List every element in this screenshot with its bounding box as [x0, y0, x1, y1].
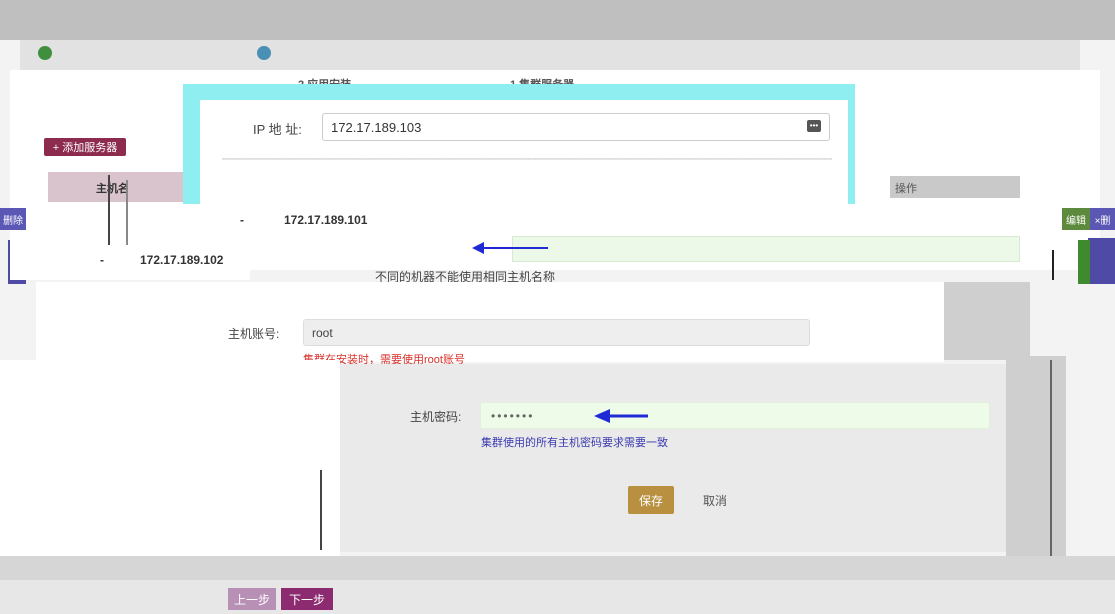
- ip-label: IP 地 址:: [253, 122, 302, 137]
- add-server-button[interactable]: + 添加服务器: [44, 138, 126, 156]
- divider: [222, 158, 832, 160]
- next-step-button[interactable]: 下一步: [281, 588, 333, 610]
- divider: [108, 175, 110, 245]
- row-action-block: [1078, 240, 1090, 284]
- row-dash: -: [240, 213, 244, 227]
- dialog-edge: [944, 282, 1030, 360]
- background-area: [0, 360, 340, 556]
- delete-button[interactable]: 删除: [0, 208, 26, 230]
- account-value: root: [312, 325, 333, 340]
- ip-value: 172.17.189.103: [331, 119, 422, 135]
- row-ip: 172.17.189.101: [284, 213, 368, 227]
- row-dash: -: [100, 253, 104, 267]
- divider: [320, 470, 322, 550]
- keyboard-icon[interactable]: •••: [807, 120, 821, 132]
- column-ops-header: 操作: [895, 183, 917, 195]
- app-page: 2.应用安装 1.集群服务器 + 添加服务器 主机名 操作 - 172.17.1…: [0, 0, 1115, 614]
- background-area: [1006, 356, 1066, 556]
- arrow-icon: [472, 242, 548, 254]
- account-label: 主机账号:: [228, 327, 280, 341]
- account-input[interactable]: root: [303, 319, 810, 346]
- top-bar: [0, 0, 1115, 40]
- arrow-icon: [594, 409, 648, 423]
- column-host-header: 主机名: [96, 183, 129, 195]
- password-input[interactable]: •••••••: [480, 402, 990, 429]
- bottom-strip: [0, 556, 1115, 580]
- divider: [1050, 360, 1052, 560]
- password-value: •••••••: [491, 408, 535, 423]
- divider: [1052, 250, 1054, 280]
- hostname-input[interactable]: [512, 236, 1020, 262]
- steps-bar: [20, 40, 1080, 70]
- delete-button[interactable]: ×删: [1090, 208, 1115, 230]
- cancel-button[interactable]: 取消: [692, 486, 738, 514]
- step-dot-icon: [38, 46, 52, 60]
- divider: [126, 180, 128, 245]
- save-button[interactable]: 保存: [628, 486, 674, 514]
- table-row: - 172.17.189.102: [10, 240, 250, 280]
- edit-button[interactable]: 编辑: [1062, 208, 1090, 230]
- row-ip: 172.17.189.102: [140, 253, 224, 267]
- row-action-block: [1088, 238, 1115, 284]
- password-dialog: [340, 364, 1006, 552]
- password-help-text: 集群使用的所有主机密码要求需要一致: [481, 437, 668, 449]
- ip-input[interactable]: 172.17.189.103: [322, 113, 830, 141]
- dialog-edge: [36, 282, 108, 360]
- step-dot-icon: [257, 46, 271, 60]
- password-label: 主机密码:: [410, 410, 462, 424]
- footer-bar: [0, 580, 1115, 614]
- prev-step-button[interactable]: 上一步: [228, 588, 276, 610]
